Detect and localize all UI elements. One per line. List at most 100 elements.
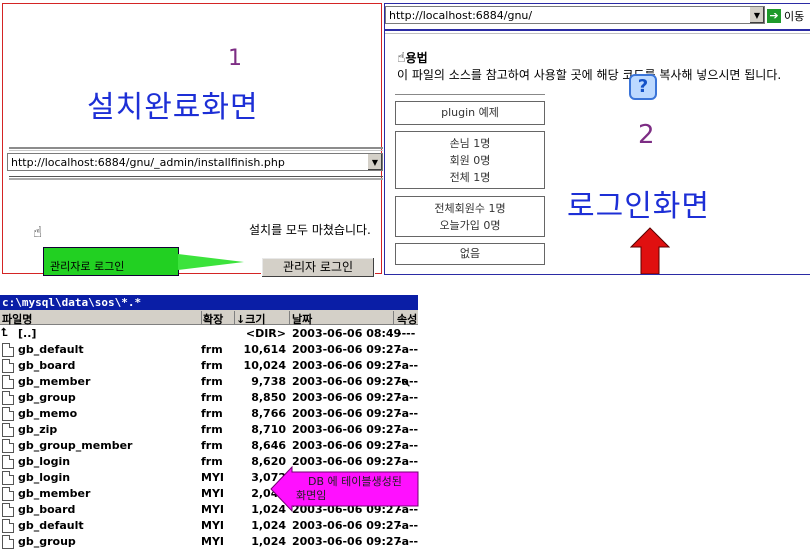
divider — [9, 176, 383, 180]
file-icon — [2, 359, 14, 373]
header-ext[interactable]: 확장 — [203, 311, 235, 326]
file-ext: MYI — [201, 487, 225, 500]
file-attr: -a-- — [397, 343, 418, 356]
file-date: 2003-06-06 09:27 — [292, 359, 402, 372]
file-row[interactable]: gb_member frm 9,738 2003-06-06 09:27 -a-- — [0, 373, 418, 389]
file-size: 1,024 — [251, 535, 286, 548]
up-folder-icon: ⮤ — [1, 326, 8, 339]
divider — [9, 147, 383, 151]
login-address-bar[interactable]: http://localhost:6884/gnu/ ▼ — [385, 6, 765, 24]
file-row[interactable]: gb_board frm 10,024 2003-06-06 09:27 -a-- — [0, 357, 418, 373]
help-question-icon: ? — [629, 74, 657, 100]
file-ext: frm — [201, 439, 223, 452]
chevron-down-icon[interactable]: ▼ — [367, 154, 382, 170]
install-address-bar[interactable]: http://localhost:6884/gnu/_admin/install… — [7, 153, 383, 171]
login-url-text[interactable]: http://localhost:6884/gnu/ — [386, 9, 749, 22]
file-size: 10,024 — [243, 359, 286, 372]
file-attr: -a-- — [397, 359, 418, 372]
file-name: gb_board — [18, 359, 76, 372]
file-name: gb_member — [18, 375, 91, 388]
up-arrow-icon — [630, 227, 670, 274]
header-size[interactable]: ↓크기 — [236, 311, 290, 326]
install-done-message: 설치를 모두 마쳤습니다. — [249, 223, 371, 237]
file-list-header: 파일명 확장 ↓크기 날짜 속성 — [0, 310, 418, 326]
step-marker-1: 1 — [228, 46, 242, 71]
hand-pointer-icon: ☝ — [397, 50, 406, 66]
file-name: [..] — [18, 327, 37, 340]
file-row[interactable]: gb_default MYI 1,024 2003-06-06 09:27 -a-- — [0, 517, 418, 533]
admin-login-button[interactable]: 관리자 로그인 — [261, 257, 375, 278]
plugin-example-box: plugin 예제 — [395, 101, 545, 125]
file-date: 2003-06-06 09:27 — [292, 519, 402, 532]
file-attr: ---- — [397, 327, 416, 340]
file-name: gb_member — [18, 487, 91, 500]
member-total: 전체회원수 1명 — [434, 202, 506, 215]
file-name: gb_zip — [18, 423, 58, 436]
file-size: 8,766 — [251, 407, 286, 420]
divider — [385, 33, 810, 34]
file-name: gb_default — [18, 519, 84, 532]
file-ext: MYI — [201, 503, 225, 516]
file-size: 8,646 — [251, 439, 286, 452]
header-name[interactable]: 파일명 — [2, 311, 202, 326]
file-icon — [2, 471, 14, 485]
file-name: gb_login — [18, 455, 71, 468]
callout-line-1: DB 에 테이블생성된 — [308, 475, 402, 488]
file-icon — [2, 455, 14, 469]
file-date: 2003-06-06 09:27 — [292, 423, 402, 436]
empty-box: 없음 — [395, 243, 545, 265]
file-attr: -a-- — [397, 535, 418, 548]
visitor-total: 전체 1명 — [449, 171, 491, 184]
file-ext: MYI — [201, 535, 225, 548]
install-url-text[interactable]: http://localhost:6884/gnu/_admin/install… — [8, 156, 367, 169]
file-icon — [2, 343, 14, 357]
hand-pointer-icon: ☝ — [33, 223, 43, 241]
file-row[interactable]: gb_group MYI 1,024 2003-06-06 09:27 -a-- — [0, 533, 418, 549]
file-size: 1,024 — [251, 519, 286, 532]
current-path: c:\mysql\data\sos\*.* — [0, 295, 418, 310]
file-attr: -a-- — [397, 407, 418, 420]
file-name: gb_group — [18, 391, 76, 404]
file-icon — [2, 407, 14, 421]
chevron-down-icon[interactable]: ▼ — [749, 7, 764, 23]
divider — [385, 29, 810, 31]
file-icon — [2, 503, 14, 517]
file-row[interactable]: gb_memo frm 8,766 2003-06-06 09:27 -a-- — [0, 405, 418, 421]
file-ext: MYI — [201, 471, 225, 484]
file-name: gb_default — [18, 343, 84, 356]
go-button[interactable]: ➔ 이동 — [767, 7, 810, 24]
file-icon — [2, 487, 14, 501]
mouse-cursor-icon: ↖ — [400, 375, 412, 391]
login-panel: http://localhost:6884/gnu/ ▼ ➔ 이동 ☝용법 이 … — [384, 3, 810, 275]
usage-heading: ☝용법 — [397, 49, 428, 66]
callout-line-2: 화면임 — [296, 489, 326, 502]
file-attr: -a-- — [397, 519, 418, 532]
file-icon — [2, 423, 14, 437]
file-size: 8,850 — [251, 391, 286, 404]
file-icon — [2, 535, 14, 549]
header-attr[interactable]: 속성 — [397, 311, 418, 326]
file-ext: frm — [201, 359, 223, 372]
file-date: 2003-06-06 09:27 — [292, 407, 402, 420]
file-row[interactable]: gb_default frm 10,614 2003-06-06 09:27 -a-- — [0, 341, 418, 357]
file-name: gb_group — [18, 535, 76, 548]
file-name: gb_board — [18, 503, 76, 516]
go-label: 이동 — [784, 9, 805, 23]
file-row[interactable]: gb_zip frm 8,710 2003-06-06 09:27 -a-- — [0, 421, 418, 437]
install-title: 설치완료화면 — [87, 90, 259, 125]
file-size: 10,614 — [243, 343, 286, 356]
file-row[interactable]: gb_group_member frm 8,646 2003-06-06 09:27-… — [0, 437, 418, 453]
file-ext: frm — [201, 391, 223, 404]
file-date: 2003-06-06 09:27 — [292, 439, 402, 452]
file-date: 2003-06-06 09:27 — [292, 391, 402, 404]
header-date[interactable]: 날짜 — [292, 311, 394, 326]
file-date: 2003-06-06 09:27 — [292, 375, 402, 388]
install-finish-panel: 1 설치완료화면 http://localhost:6884/gnu/_admi… — [2, 3, 383, 278]
visitor-member: 회원 0명 — [449, 154, 491, 167]
file-ext: frm — [201, 423, 223, 436]
file-row[interactable]: gb_group frm 8,850 2003-06-06 09:27 -a-- — [0, 389, 418, 405]
file-ext: frm — [201, 343, 223, 356]
file-attr: -a-- — [397, 391, 418, 404]
visitor-count-box: 손님 1명 회원 0명 전체 1명 — [395, 131, 545, 189]
parent-dir-row[interactable]: ⮤ [..] <DIR> 2003-06-06 08:49 ---- — [0, 325, 418, 341]
